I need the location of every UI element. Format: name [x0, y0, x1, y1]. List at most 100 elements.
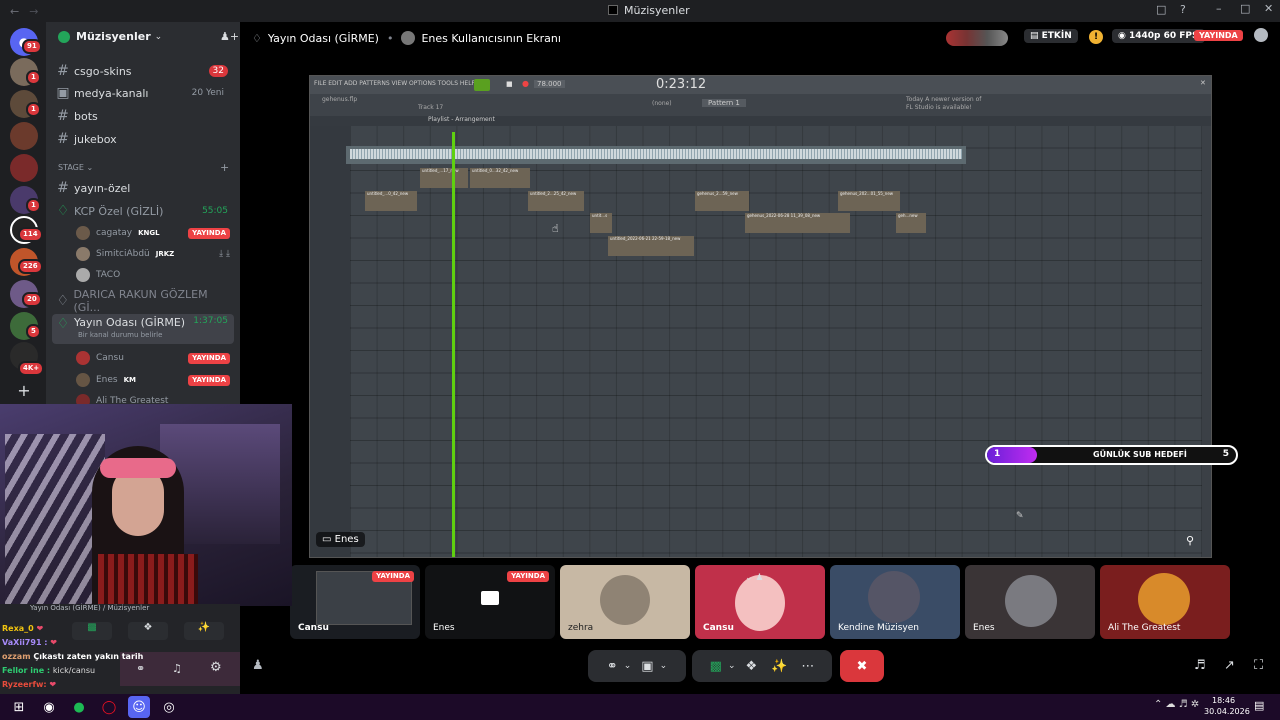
voice-user[interactable]: cagatay KNGL YAYINDA [76, 223, 234, 243]
popout-icon[interactable]: ↗ [1224, 658, 1235, 673]
play-button[interactable] [474, 79, 490, 91]
participant-tile[interactable]: YAYINDA Enes [425, 565, 555, 639]
audio-clip[interactable]: untit...s [590, 213, 612, 233]
stop-button[interactable]: ■ [506, 80, 513, 88]
more-icon[interactable]: ⋯ [801, 659, 814, 674]
category-stage[interactable]: STAGE ⌄ [58, 163, 93, 172]
help-icon[interactable]: ? [1180, 3, 1186, 16]
playlist-grid[interactable] [350, 126, 1202, 557]
windows-start-icon[interactable]: ⊞ [8, 696, 30, 718]
server-icon-3[interactable] [10, 122, 38, 150]
channel-jukebox[interactable]: # jukebox [52, 128, 234, 150]
stream-quality[interactable]: ◉ 1440p 60 FPS [1112, 29, 1205, 43]
avatar [76, 351, 90, 365]
audio-clip[interactable]: gehenus_2022-06-28 11_39_08_new [745, 213, 850, 233]
audio-clip[interactable]: untitled_2022-06-21 22-59-18_new [608, 236, 694, 256]
live-badge: YAYINDA [507, 571, 549, 582]
channel-bots[interactable]: # bots [52, 105, 234, 127]
audio-clip[interactable]: untitled_2...25_42_new [528, 191, 584, 211]
user-menu-icon[interactable]: ⌄ ♟ [745, 573, 763, 583]
viewer-avatars[interactable] [946, 30, 1008, 46]
spotify-icon[interactable]: ● [68, 696, 90, 718]
audio-clip[interactable]: untitled_...0_42_new [365, 191, 417, 211]
channel-csgo-skins[interactable]: # csgo-skins 32 [52, 60, 234, 82]
voice-user[interactable]: SimitciAbdü JRKZ ⤓ ⤓ [76, 244, 234, 264]
voice-user[interactable]: TACO [76, 265, 234, 285]
audio-clip[interactable]: untitled_0...32_42_new [470, 168, 530, 188]
settings-icon[interactable]: ⚙ [210, 660, 222, 675]
activities-icon[interactable]: ❖ [746, 659, 758, 674]
audio-clip[interactable]: geh...new [896, 213, 926, 233]
audio-clip[interactable]: gehenus_202...01_55_new [838, 191, 900, 211]
pattern-selector[interactable]: Pattern 1 [702, 99, 746, 107]
voice-user[interactable]: Cansu YAYINDA [76, 348, 234, 368]
record-button[interactable]: ● [522, 79, 529, 88]
participant-tile[interactable]: YAYINDA Cansu [290, 565, 420, 639]
chevron-down-icon[interactable]: ⌄ [624, 661, 632, 671]
audio-clip[interactable]: gehenus_2...59_new [695, 191, 749, 211]
forward-icon[interactable]: → [29, 5, 38, 18]
mic-camera-controls: ⚭ ⌄ ▣ ⌄ [588, 650, 686, 682]
close-button[interactable]: ✕ [1264, 2, 1273, 15]
server-header[interactable]: Müzisyenler ⌄ [58, 30, 162, 43]
add-server-icon[interactable]: + [10, 378, 38, 406]
voice-channel-kcp[interactable]: ♢ KCP Özel (GİZLİ) 55:05 [52, 200, 234, 222]
headphones [100, 458, 176, 478]
volume-icon[interactable]: ♬ [1194, 658, 1206, 673]
add-channel-icon[interactable]: + [220, 161, 229, 174]
participant-tile[interactable]: zehra [560, 565, 690, 639]
minimize-button[interactable]: – [1216, 2, 1222, 15]
channel-yayin-ozel[interactable]: # yayın-özel [52, 177, 234, 199]
opera-icon[interactable]: ◯ [98, 696, 120, 718]
rail-badge: 5 [26, 324, 41, 339]
soundboard-button[interactable]: ✨ [184, 622, 224, 640]
clock-time[interactable]: 18:46 [1212, 696, 1235, 705]
notification-icon[interactable]: ▤ [1254, 699, 1264, 712]
back-icon[interactable]: ← [10, 5, 19, 18]
participant-tile[interactable]: ⌄ ♟ Cansu [695, 565, 825, 639]
audio-clip[interactable]: untitled_...17_new [420, 168, 468, 188]
disconnect-button[interactable]: ✖ [840, 650, 884, 682]
participant-tile[interactable]: Enes [965, 565, 1095, 639]
playhead[interactable] [452, 132, 455, 557]
maximize-button[interactable]: □ [1240, 2, 1250, 15]
tempo-display[interactable]: 78.000 [534, 80, 565, 88]
voice-user[interactable]: Ali The Greatest [76, 391, 234, 404]
chevron-down-icon[interactable]: ⌄ [660, 661, 668, 671]
warning-icon[interactable]: ! [1089, 30, 1103, 44]
camera-off-icon[interactable]: ▣ [641, 659, 653, 674]
voice-channel-info: Yayın Odası (GİRME) / Müzisyenler [30, 604, 150, 612]
tray-icons[interactable]: ⌃ ☁ ♬ ✲ [1154, 699, 1199, 710]
clock-date[interactable]: 30.04.2026 [1204, 707, 1250, 716]
fl-file: gehenus.flp [322, 96, 358, 103]
activity-icon[interactable]: ♟ [252, 658, 264, 673]
voice-user[interactable]: Enes KM YAYINDA [76, 370, 234, 390]
headphones-icon[interactable]: ♫ [172, 662, 182, 675]
fullscreen-icon[interactable]: ⛶ [1254, 658, 1263, 673]
obs-icon[interactable]: ◎ [158, 696, 180, 718]
screen-share-icon[interactable]: ▩ [710, 659, 722, 674]
zoom-icon[interactable]: ⚲ [1186, 534, 1194, 547]
inbox-icon[interactable]: □ [1156, 3, 1166, 16]
hash-icon: # [57, 63, 69, 79]
soundboard-icon[interactable]: ✨ [771, 659, 787, 674]
unread-badge: 32 [208, 65, 228, 77]
chevron-down-icon[interactable]: ⌄ [728, 661, 736, 671]
voice-channel-yayin[interactable]: ♢ Yayın Odası (GİRME) 1:37:05 Bir kanal du… [52, 314, 234, 344]
microphone-icon[interactable]: ⚭ [607, 659, 618, 674]
participant-tile[interactable]: Kendine Müzisyen [830, 565, 960, 639]
audio-clip[interactable] [346, 146, 966, 164]
channel-medya-kanali[interactable]: ▣ medya-kanalı 20 Yeni [52, 82, 234, 104]
discord-icon[interactable]: ☺ [128, 696, 150, 718]
voice-timer: 55:05 [202, 206, 228, 216]
fl-close-icon[interactable]: ✕ [1200, 79, 1206, 87]
steam-icon[interactable]: ◉ [38, 696, 60, 718]
add-user-icon[interactable]: ♟+ [220, 30, 239, 43]
activity-button[interactable]: ▤ ETKİN [1024, 29, 1078, 43]
voice-channel-darica[interactable]: ♢ DARICA RAKUN GÖZLEM (Gİ... [52, 288, 234, 314]
channel-status[interactable]: Bir kanal durumu belirle [78, 331, 162, 339]
chat-icon[interactable] [1254, 28, 1268, 42]
server-icon-4[interactable] [10, 154, 38, 182]
voice-timer: 1:37:05 [193, 316, 228, 326]
participant-tile[interactable]: Ali The Greatest [1100, 565, 1230, 639]
